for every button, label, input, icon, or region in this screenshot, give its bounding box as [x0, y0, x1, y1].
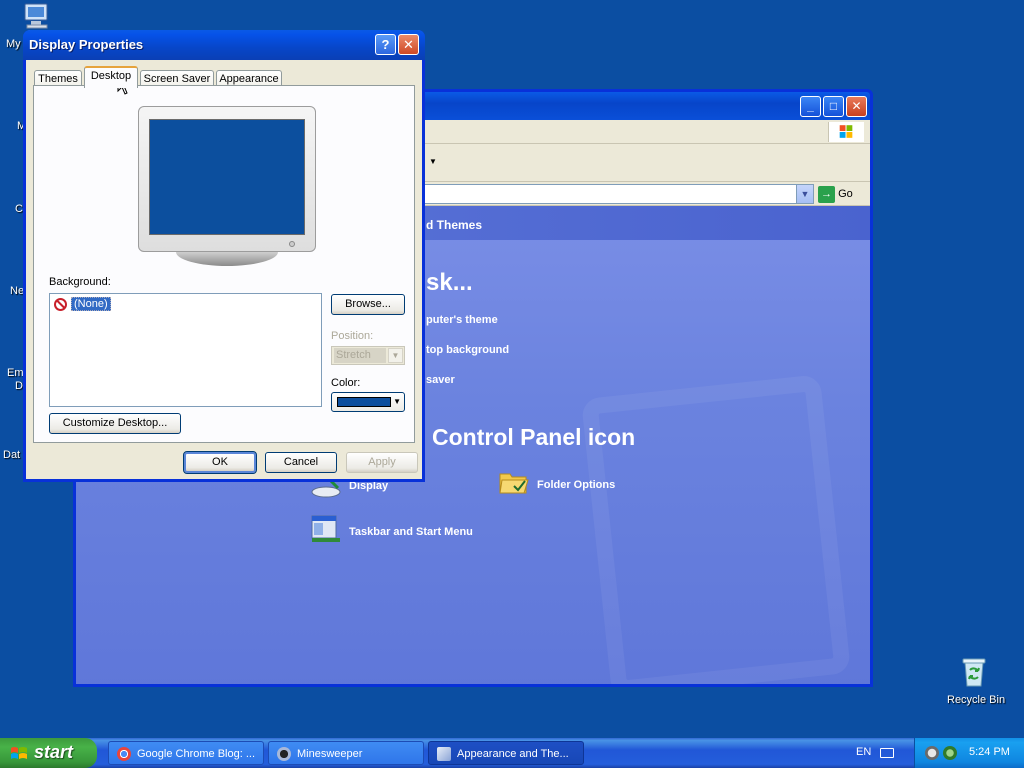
chevron-down-icon: ▼ — [388, 348, 403, 363]
desktop-label-partial[interactable]: Em — [7, 367, 24, 379]
position-label: Position: — [331, 330, 374, 342]
taskbar-button-label: Google Chrome Blog: ... — [137, 748, 256, 760]
folder-options-icon[interactable] — [498, 468, 530, 496]
browse-button[interactable]: Browse... — [331, 294, 405, 315]
desktop-label-partial[interactable]: C — [15, 203, 23, 215]
desktop-label-partial[interactable]: Dat — [3, 449, 20, 461]
color-label: Color: — [331, 377, 361, 389]
cancel-button[interactable]: Cancel — [265, 452, 337, 473]
recycle-bin-icon[interactable] — [958, 656, 990, 688]
safely-remove-icon[interactable] — [943, 746, 957, 760]
desktop-label-partial[interactable]: Ne — [10, 285, 24, 297]
apply-button[interactable]: Apply — [346, 452, 418, 473]
background-label: Background: — [49, 276, 111, 288]
monitor-bezel — [138, 106, 316, 252]
list-item-label: (None) — [71, 297, 111, 311]
dialog-title: Display Properties — [29, 37, 144, 52]
monitor-stand — [176, 252, 278, 266]
watermark-graphic — [580, 374, 852, 684]
monitor-preview — [138, 106, 316, 266]
task-link-theme[interactable]: puter's theme — [426, 314, 498, 326]
tab-desktop[interactable]: Desktop — [84, 66, 138, 88]
views-dropdown-icon[interactable]: ▼ — [429, 157, 437, 166]
folder-options-label[interactable]: Folder Options — [537, 479, 615, 491]
no-entry-icon — [54, 297, 67, 311]
minesweeper-icon — [277, 747, 291, 761]
taskbar-button-label: Appearance and The... — [457, 748, 569, 760]
taskbar-button-minesweeper[interactable]: Minesweeper — [268, 741, 424, 765]
taskbar: start Google Chrome Blog: ... Minesweepe… — [0, 738, 1024, 768]
help-button[interactable]: ? — [375, 34, 396, 55]
start-label: start — [34, 742, 74, 762]
windows-flag-icon — [828, 122, 864, 142]
desktop-label-my-computer[interactable]: My — [6, 38, 21, 50]
background-list[interactable]: (None) — [49, 293, 322, 407]
my-computer-icon[interactable] — [22, 2, 54, 30]
display-properties-dialog[interactable]: Display Properties ? ✕ Themes Desktop Sc… — [23, 30, 425, 482]
minimize-button[interactable]: _ — [800, 96, 821, 117]
control-panel-icon — [437, 747, 451, 761]
chevron-down-icon[interactable]: ▼ — [796, 185, 813, 203]
taskbar-start-menu-label[interactable]: Taskbar and Start Menu — [349, 526, 473, 538]
desktop-label-partial[interactable]: D — [15, 380, 23, 392]
network-icon[interactable] — [925, 746, 939, 760]
start-button[interactable]: start — [0, 738, 97, 768]
customize-desktop-button[interactable]: Customize Desktop... — [49, 413, 181, 434]
ok-button[interactable]: OK — [183, 451, 257, 474]
task-link-background[interactable]: top background — [426, 344, 509, 356]
taskbar-button-control-panel[interactable]: Appearance and The... — [428, 741, 584, 765]
desktop-tab-panel: Background: (None) Browse... Position: S… — [33, 85, 415, 443]
pick-task-heading: sk... — [426, 269, 473, 296]
category-title: d Themes — [426, 218, 483, 232]
task-link-screensaver[interactable]: saver — [426, 374, 455, 386]
dialog-titlebar[interactable]: Display Properties ? ✕ — [23, 30, 425, 60]
position-value: Stretch — [334, 348, 386, 363]
system-tray: 5:24 PM — [914, 738, 1024, 768]
address-input[interactable]: ▼ — [416, 184, 814, 204]
windows-flag-icon — [11, 747, 27, 759]
go-button[interactable]: → Go — [818, 184, 866, 204]
color-picker-button[interactable]: ▼ — [331, 392, 405, 412]
recycle-bin-label[interactable]: Recycle Bin — [947, 694, 1005, 706]
list-item[interactable]: (None) — [54, 296, 111, 312]
go-label: Go — [838, 188, 853, 200]
taskbar-button-chrome[interactable]: Google Chrome Blog: ... — [108, 741, 264, 765]
arrow-right-icon: → — [818, 185, 835, 203]
monitor-screen-preview — [149, 119, 305, 235]
position-select[interactable]: Stretch ▼ — [331, 346, 405, 365]
maximize-button[interactable]: □ — [823, 96, 844, 117]
taskbar-button-label: Minesweeper — [297, 748, 363, 760]
power-led-icon — [289, 241, 295, 247]
close-button[interactable]: ✕ — [846, 96, 867, 117]
close-button[interactable]: ✕ — [398, 34, 419, 55]
chevron-down-icon: ▼ — [393, 397, 401, 406]
taskbar-start-menu-icon[interactable] — [310, 514, 342, 544]
chrome-icon — [117, 747, 131, 761]
language-indicator[interactable]: EN — [856, 746, 871, 758]
keyboard-icon[interactable] — [880, 748, 894, 758]
clock[interactable]: 5:24 PM — [969, 746, 1010, 758]
color-swatch — [337, 397, 391, 407]
